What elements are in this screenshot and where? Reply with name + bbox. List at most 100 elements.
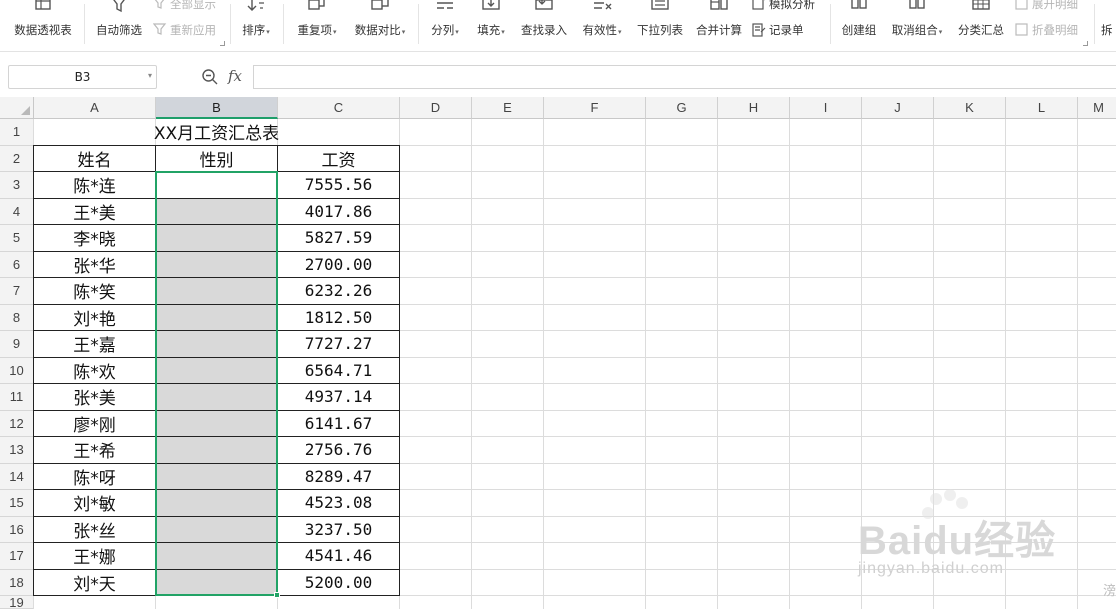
row-header-9[interactable]: 9: [0, 331, 34, 358]
column-header-b[interactable]: B: [156, 97, 278, 119]
column-header-c[interactable]: C: [278, 97, 400, 119]
sort-button[interactable]: 排序▾: [236, 0, 276, 44]
sheet-title[interactable]: XX月工资汇总表: [34, 119, 399, 145]
column-header-g[interactable]: G: [646, 97, 718, 119]
name-cell[interactable]: 陈*笑: [34, 278, 155, 304]
split-column-button[interactable]: 分列▾: [425, 0, 465, 44]
column-title-2[interactable]: 工资: [278, 146, 399, 172]
row-header-3[interactable]: 3: [0, 172, 34, 199]
row-header-2[interactable]: 2: [0, 145, 34, 172]
column-header-l[interactable]: L: [1006, 97, 1078, 119]
row-header-10[interactable]: 10: [0, 357, 34, 384]
salary-cell[interactable]: 4017.86: [278, 199, 399, 225]
name-cell[interactable]: 张*美: [34, 384, 155, 410]
name-cell[interactable]: 廖*刚: [34, 411, 155, 437]
chevron-down-icon[interactable]: ▾: [148, 71, 152, 80]
salary-cell[interactable]: 1812.50: [278, 305, 399, 331]
row-header-1[interactable]: 1: [0, 119, 34, 146]
duplicates-button[interactable]: 重复项▾: [290, 0, 344, 44]
name-box[interactable]: B3 ▾: [8, 65, 157, 89]
show-all-button[interactable]: 全部显示: [153, 0, 216, 12]
data-compare-button[interactable]: 数据对比▾: [349, 0, 411, 44]
salary-cell[interactable]: 8289.47: [278, 464, 399, 490]
salary-cell[interactable]: 7727.27: [278, 331, 399, 357]
filter-group-expand-icon[interactable]: [220, 41, 225, 46]
reapply-button[interactable]: 重新应用: [153, 22, 216, 38]
row-header-8[interactable]: 8: [0, 304, 34, 331]
fill-button[interactable]: 填充▾: [471, 0, 511, 44]
name-cell[interactable]: 刘*天: [34, 570, 155, 596]
row-header-11[interactable]: 11: [0, 384, 34, 411]
row-header-7[interactable]: 7: [0, 278, 34, 305]
expand-detail-button[interactable]: 展开明细: [1015, 0, 1078, 12]
column-title-0[interactable]: 姓名: [34, 146, 155, 172]
row-header-4[interactable]: 4: [0, 198, 34, 225]
column-header-h[interactable]: H: [718, 97, 790, 119]
name-cell[interactable]: 李*晓: [34, 225, 155, 251]
create-group-button[interactable]: 创建组: [836, 0, 882, 44]
split-table-button[interactable]: 拆: [1101, 23, 1113, 37]
salary-cell[interactable]: 4541.46: [278, 543, 399, 569]
zoom-icon[interactable]: [201, 68, 219, 86]
salary-cell[interactable]: 3237.50: [278, 517, 399, 543]
column-header-f[interactable]: F: [544, 97, 646, 119]
salary-cell[interactable]: 2756.76: [278, 437, 399, 463]
row-header-6[interactable]: 6: [0, 251, 34, 278]
name-cell[interactable]: 刘*敏: [34, 490, 155, 516]
row-header-18[interactable]: 18: [0, 569, 34, 596]
salary-cell[interactable]: 4523.08: [278, 490, 399, 516]
salary-cell[interactable]: 4937.14: [278, 384, 399, 410]
row-header-19[interactable]: 19: [0, 595, 34, 609]
column-header-j[interactable]: J: [862, 97, 934, 119]
column-header-d[interactable]: D: [400, 97, 472, 119]
name-cell[interactable]: 陈*呀: [34, 464, 155, 490]
consolidate-button[interactable]: 合并计算: [692, 0, 746, 44]
name-cell[interactable]: 张*丝: [34, 517, 155, 543]
name-cell[interactable]: 陈*连: [34, 172, 155, 198]
outline-group-expand-icon[interactable]: [1083, 41, 1088, 46]
column-header-i[interactable]: I: [790, 97, 862, 119]
fill-handle[interactable]: [274, 592, 280, 598]
column-header-e[interactable]: E: [472, 97, 544, 119]
data-compare-icon: [371, 0, 389, 10]
name-cell[interactable]: 王*嘉: [34, 331, 155, 357]
record-form-button[interactable]: 记录单: [752, 22, 804, 38]
row-header-14[interactable]: 14: [0, 463, 34, 490]
column-header-a[interactable]: A: [34, 97, 156, 119]
formula-input[interactable]: [253, 65, 1116, 89]
row-header-16[interactable]: 16: [0, 516, 34, 543]
fx-button[interactable]: fx: [228, 67, 242, 85]
name-cell[interactable]: 王*美: [34, 199, 155, 225]
name-cell[interactable]: 刘*艳: [34, 305, 155, 331]
name-cell[interactable]: 张*华: [34, 252, 155, 278]
salary-cell[interactable]: 6141.67: [278, 411, 399, 437]
subtotal-button[interactable]: 分类汇总: [954, 0, 1008, 44]
pivot-table-button[interactable]: 数据透视表: [8, 0, 78, 44]
collapse-detail-button[interactable]: 折叠明细: [1015, 22, 1078, 38]
autofilter-button[interactable]: 自动筛选: [90, 0, 148, 44]
row-header-17[interactable]: 17: [0, 543, 34, 570]
column-header-m[interactable]: M: [1078, 97, 1116, 119]
name-cell[interactable]: 王*娜: [34, 543, 155, 569]
salary-cell[interactable]: 2700.00: [278, 252, 399, 278]
column-title-1[interactable]: 性别: [156, 146, 277, 172]
validity-button[interactable]: 有效性▾: [577, 0, 627, 44]
name-cell[interactable]: 王*希: [34, 437, 155, 463]
salary-cell[interactable]: 5827.59: [278, 225, 399, 251]
salary-cell[interactable]: 6564.71: [278, 358, 399, 384]
ungroup-button[interactable]: 取消组合▾: [886, 0, 948, 44]
row-header-5[interactable]: 5: [0, 225, 34, 252]
lookup-entry-button[interactable]: 查找录入: [516, 0, 572, 44]
salary-cell[interactable]: 5200.00: [278, 570, 399, 596]
consolidate-icon: [710, 0, 728, 10]
row-header-13[interactable]: 13: [0, 437, 34, 464]
what-if-analysis-button[interactable]: 模拟分析: [752, 0, 815, 12]
row-header-12[interactable]: 12: [0, 410, 34, 437]
name-cell[interactable]: 陈*欢: [34, 358, 155, 384]
column-header-k[interactable]: K: [934, 97, 1006, 119]
dropdown-list-button[interactable]: 下拉列表: [633, 0, 687, 44]
row-header-15[interactable]: 15: [0, 490, 34, 517]
select-all-corner[interactable]: [0, 97, 34, 119]
salary-cell[interactable]: 7555.56: [278, 172, 399, 198]
salary-cell[interactable]: 6232.26: [278, 278, 399, 304]
